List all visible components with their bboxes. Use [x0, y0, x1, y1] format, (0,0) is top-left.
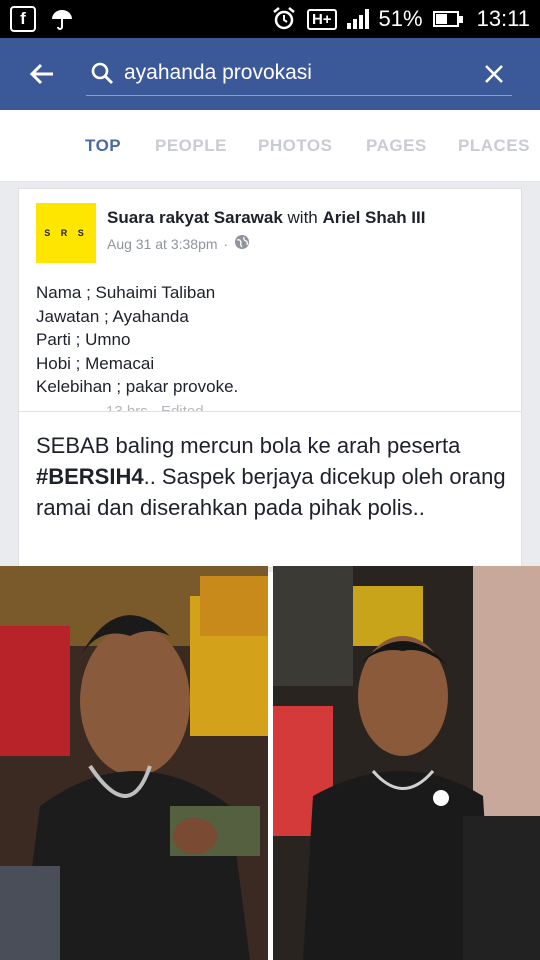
- search-icon: [86, 61, 118, 85]
- page-avatar[interactable]: S R S: [36, 203, 96, 263]
- search-field[interactable]: ayahanda provokasi: [86, 50, 512, 96]
- tab-photos[interactable]: PHOTOS: [258, 136, 332, 156]
- post-photo-right[interactable]: [273, 566, 540, 960]
- post-line: Nama ; Suhaimi Taliban: [36, 283, 216, 302]
- network-type-indicator: H+: [306, 8, 337, 30]
- back-button[interactable]: [0, 38, 84, 110]
- battery-percent: 51%: [378, 6, 423, 31]
- tab-pages[interactable]: PAGES: [366, 136, 427, 156]
- search-query-text[interactable]: ayahanda provokasi: [124, 61, 312, 85]
- shared-post-meta: 13 hrs · Edited ·: [106, 403, 213, 411]
- post-timestamp[interactable]: Aug 31 at 3:38pm: [107, 236, 218, 252]
- signal-icon: [346, 9, 369, 29]
- post-body: Nama ; Suhaimi Taliban Jawatan ; Ayahand…: [36, 281, 238, 399]
- meta-separator: ·: [223, 235, 229, 252]
- tab-top[interactable]: TOP: [85, 136, 121, 156]
- post-line: Kelebihan ; pakar provoke.: [36, 377, 239, 396]
- status-bar: f H+ 51% 13:11: [0, 0, 540, 38]
- post-photo-left[interactable]: [0, 566, 268, 960]
- search-result-tabs: TOP PEOPLE PHOTOS PAGES PLACES: [0, 110, 540, 182]
- close-icon: [485, 65, 503, 83]
- shared-post-text: SEBAB baling mercun bola ke arah peserta…: [36, 430, 506, 523]
- globe-icon: [234, 234, 250, 253]
- search-app-bar: ayahanda provokasi: [0, 38, 540, 110]
- tagged-user[interactable]: Ariel Shah III: [323, 208, 426, 227]
- tab-places[interactable]: PLACES: [458, 136, 530, 156]
- clock: 13:11: [476, 6, 530, 31]
- shared-text-before: SEBAB baling mercun bola ke arah peserta: [36, 433, 461, 458]
- back-arrow-icon: [29, 63, 53, 85]
- facebook-notification-icon: f: [10, 6, 36, 32]
- clear-search-button[interactable]: [476, 56, 512, 92]
- author-name[interactable]: Suara rakyat Sarawak: [107, 208, 283, 227]
- post-meta: Aug 31 at 3:38pm ·: [107, 234, 250, 253]
- hashtag-link[interactable]: #BERSIH4: [36, 464, 144, 489]
- alarm-icon: [271, 6, 297, 32]
- battery-icon: [432, 11, 463, 27]
- tab-people[interactable]: PEOPLE: [155, 136, 227, 156]
- post-line: Jawatan ; Ayahanda: [36, 306, 189, 326]
- post-author-line[interactable]: Suara rakyat Sarawak with Ariel Shah III: [107, 208, 425, 228]
- umbrella-icon: [50, 7, 74, 31]
- post-line: Hobi ; Memacai: [36, 353, 155, 373]
- post-line: Parti ; Umno: [36, 330, 131, 349]
- with-text: with: [287, 208, 318, 227]
